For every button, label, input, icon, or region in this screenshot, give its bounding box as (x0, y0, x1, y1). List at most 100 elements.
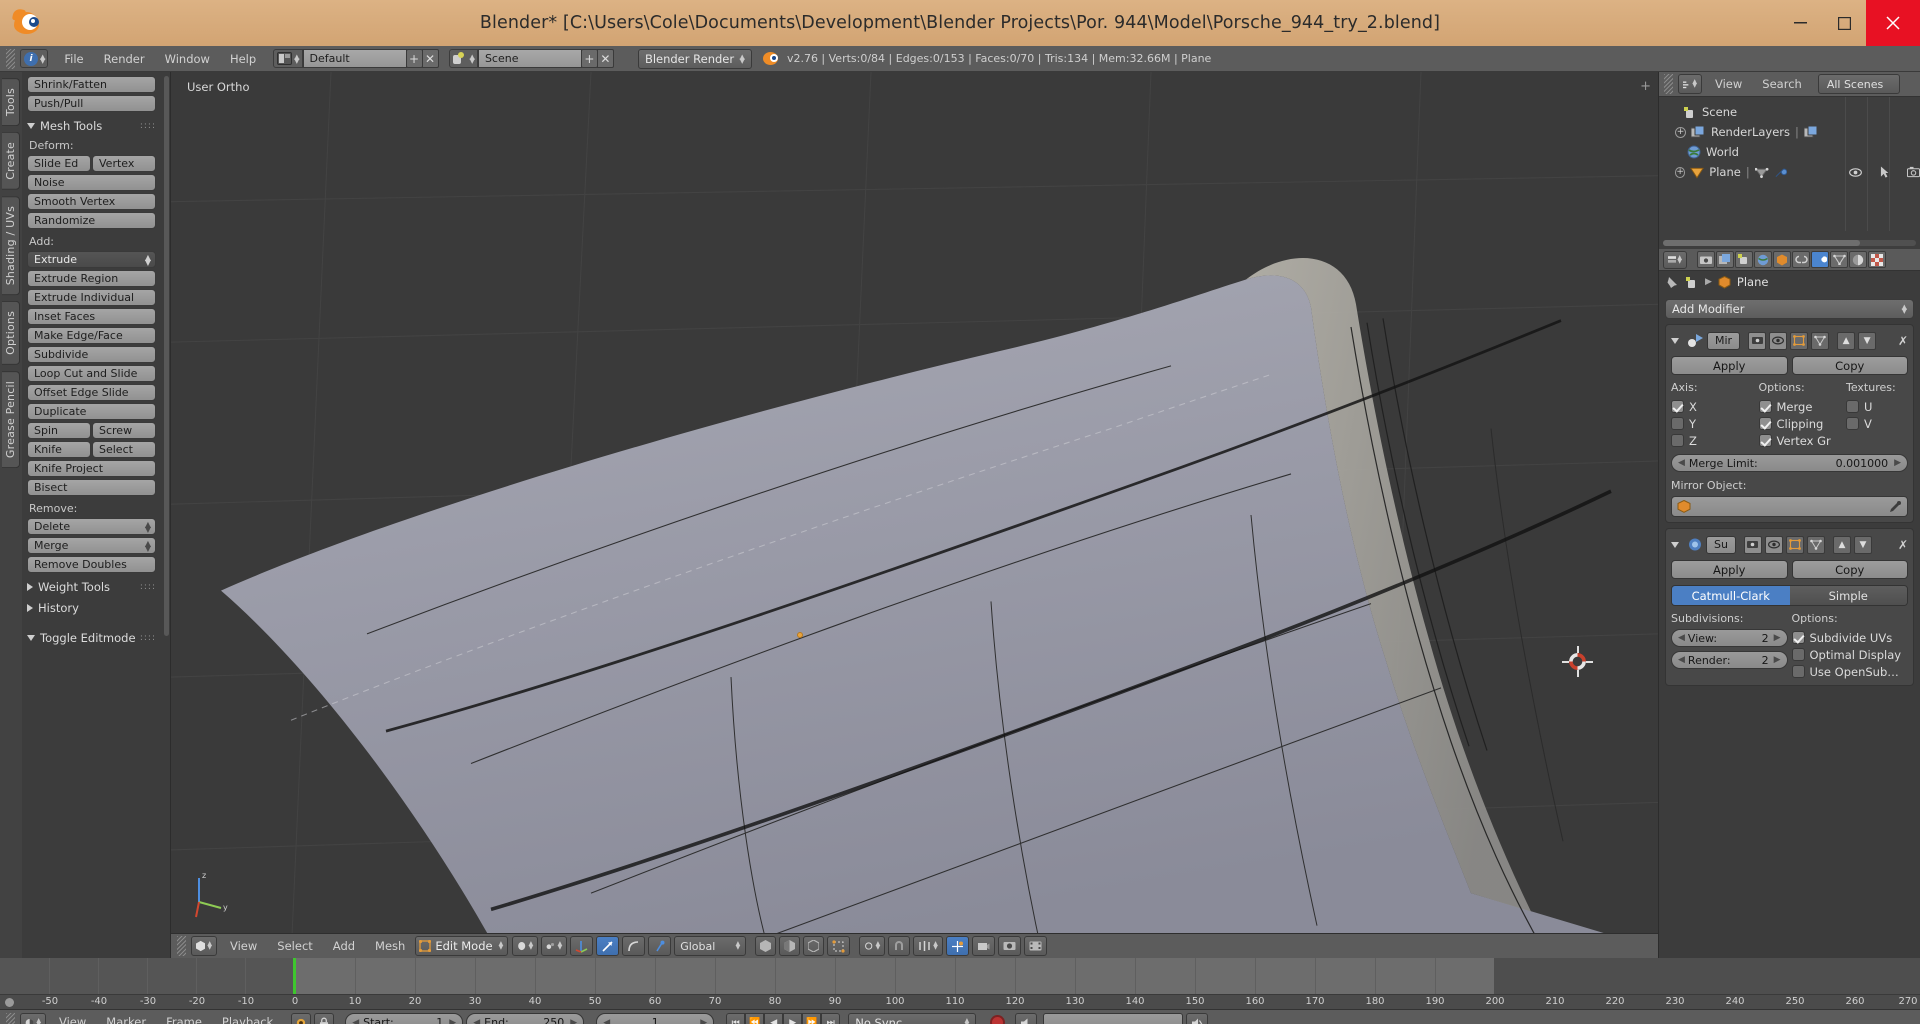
tool-shelf-scrollbar[interactable] (164, 76, 169, 636)
render-toggle-icon[interactable] (1748, 331, 1767, 350)
axis-z-row[interactable]: Z (1671, 432, 1755, 449)
transform-orientation-selector[interactable]: Global ▲ ▼ (674, 936, 747, 956)
outliner-row-world[interactable]: World (1665, 142, 1920, 162)
material-tab-icon[interactable] (1849, 251, 1867, 268)
merge-checkbox[interactable] (1758, 400, 1772, 413)
move-down-icon[interactable]: ▼ (1858, 331, 1877, 350)
randomize-button[interactable]: Randomize (27, 212, 156, 229)
spin-button[interactable]: Spin (27, 422, 91, 439)
outliner-editor-icon[interactable]: ▲ ▼ (1678, 74, 1702, 94)
screen-layout-icon[interactable]: ▲ ▼ (273, 49, 303, 68)
tab-create[interactable]: Create (2, 132, 20, 190)
lock-icon[interactable] (314, 1012, 335, 1024)
merge-dropdown[interactable]: Merge ▲ ▼ (27, 537, 156, 554)
texture-v-checkbox[interactable] (1846, 417, 1859, 430)
texture-tab-icon[interactable] (1868, 251, 1886, 268)
vertex-group-row[interactable]: Vertex Gr (1758, 432, 1843, 449)
tab-shading-uvs[interactable]: Shading / UVs (2, 195, 20, 296)
record-icon[interactable] (990, 1015, 1006, 1024)
scene-icon[interactable]: ▲ ▼ (448, 49, 478, 68)
copy-button[interactable]: Copy (1791, 356, 1908, 375)
clipping-checkbox[interactable] (1758, 417, 1772, 430)
subdivide-uvs-row[interactable]: Subdivide UVs (1791, 629, 1909, 646)
current-frame-field[interactable]: ◀ 1 ▶ (596, 1013, 715, 1024)
viewport-menu-mesh[interactable]: Mesh (365, 934, 415, 959)
3d-view-editor-icon[interactable]: ▲ ▼ (191, 936, 217, 956)
scene-tab-icon[interactable] (1735, 251, 1753, 268)
duplicate-button[interactable]: Duplicate (27, 403, 156, 420)
render-toggle-icon[interactable] (1743, 535, 1762, 554)
offset-edge-slide-button[interactable]: Offset Edge Slide (27, 384, 156, 401)
occlude-geometry-icon[interactable] (779, 936, 801, 956)
viewport-menu-select[interactable]: Select (267, 934, 322, 959)
constraints-tab-icon[interactable] (1792, 251, 1810, 268)
tab-grease-pencil[interactable]: Grease Pencil (2, 371, 20, 469)
rotate-manipulator-icon[interactable] (596, 936, 620, 956)
editmode-toggle-icon[interactable] (1785, 535, 1804, 554)
outliner-display-mode[interactable]: All Scenes (1817, 74, 1900, 94)
snap-element-icon[interactable]: ▲ ▼ (913, 936, 943, 956)
scene-delete-button[interactable]: ✕ (596, 49, 614, 68)
camera-icon[interactable] (1906, 166, 1920, 178)
timeline-menu-marker[interactable]: Marker (96, 1010, 156, 1024)
timeline-menu-frame[interactable]: Frame (156, 1010, 212, 1024)
sync-mode-selector[interactable]: No Sync ▲ ▼ (848, 1012, 977, 1024)
close-button[interactable] (1866, 0, 1920, 46)
knife-select-button[interactable]: Select (92, 441, 156, 458)
delete-x-icon[interactable]: ✗ (1898, 538, 1908, 552)
audio-mute-icon[interactable] (1186, 1012, 1209, 1024)
play-reverse-icon[interactable]: ◀ (764, 1012, 784, 1024)
tab-options[interactable]: Options (2, 301, 20, 366)
mesh-tools-panel-header[interactable]: Mesh Tools :::: (27, 119, 156, 133)
screen-layout-field[interactable]: Default (302, 49, 407, 68)
history-panel-header[interactable]: History (27, 601, 156, 615)
scene-field[interactable]: Scene (477, 49, 582, 68)
subdivide-uvs-checkbox[interactable] (1791, 631, 1805, 644)
optimal-display-row[interactable]: Optimal Display (1791, 646, 1909, 663)
move-up-icon[interactable]: ▲ (1832, 535, 1851, 554)
audio-scrubbing-icon[interactable] (1015, 1012, 1038, 1024)
start-frame-field[interactable]: ◀ Start: 1 ▶ (345, 1013, 464, 1024)
subdivide-button[interactable]: Subdivide (27, 346, 156, 363)
eyedropper-icon[interactable] (1889, 500, 1902, 513)
viewport-shading-selector[interactable]: ▲ ▼ (512, 936, 539, 956)
minimize-button[interactable] (1778, 8, 1822, 38)
use-opensubdiv-row[interactable]: Use OpenSub… (1791, 663, 1909, 680)
loop-cut-and-slide-button[interactable]: Loop Cut and Slide (27, 365, 156, 382)
toggle-editmode-panel-header[interactable]: Toggle Editmode :::: (27, 631, 156, 645)
axis-y-checkbox[interactable] (1671, 417, 1684, 430)
viewport-menu-add[interactable]: Add (323, 934, 365, 959)
timeline-track[interactable] (0, 958, 1920, 995)
cursor-arrow-icon[interactable] (1880, 165, 1889, 179)
outliner-horizontal-scrollbar[interactable] (1663, 240, 1916, 246)
extrude-individual-button[interactable]: Extrude Individual (27, 289, 156, 306)
maximize-button[interactable] (1822, 8, 1866, 38)
outliner-row-plane[interactable]: + Plane | (1665, 162, 1920, 182)
manipulator-extra-icon[interactable] (648, 936, 672, 956)
screen-layout-add-button[interactable]: + (405, 49, 423, 68)
render-engine-selector[interactable]: Blender Render ▲ ▼ (637, 48, 752, 69)
delete-dropdown[interactable]: Delete ▲ ▼ (27, 518, 156, 535)
optimal-display-checkbox[interactable] (1791, 648, 1805, 661)
header-grip[interactable] (6, 1012, 15, 1024)
timeline-menu-view[interactable]: View (49, 1010, 96, 1024)
play-icon[interactable]: ▶ (783, 1012, 803, 1024)
mirror-object-field[interactable] (1671, 496, 1908, 517)
menu-file[interactable]: File (54, 46, 93, 72)
cage-toggle-icon[interactable] (1811, 331, 1830, 350)
record-autokey-icon[interactable] (291, 1012, 312, 1024)
eye-icon[interactable] (1848, 167, 1862, 178)
header-grip[interactable] (6, 48, 15, 69)
subdivisions-render-field[interactable]: ◀ Render: 2 ▶ (1671, 651, 1788, 669)
outliner-row-renderlayers[interactable]: + RenderLayers | (1665, 122, 1920, 142)
extrude-dropdown[interactable]: Extrude ▲ ▼ (27, 251, 156, 268)
tab-tools[interactable]: Tools (2, 78, 20, 127)
viewport-menu-view[interactable]: View (220, 934, 267, 959)
shrink-fatten-button[interactable]: Shrink/Fatten (27, 76, 156, 93)
make-edge-face-button[interactable]: Make Edge/Face (27, 327, 156, 344)
apply-button[interactable]: Apply (1671, 560, 1788, 579)
collapse-triangle-icon[interactable] (1671, 541, 1679, 548)
snap-magnet-icon[interactable] (888, 936, 911, 956)
timeline-editor-icon[interactable]: ▲ ▼ (20, 1012, 46, 1024)
object-tab-icon[interactable] (1773, 251, 1791, 268)
